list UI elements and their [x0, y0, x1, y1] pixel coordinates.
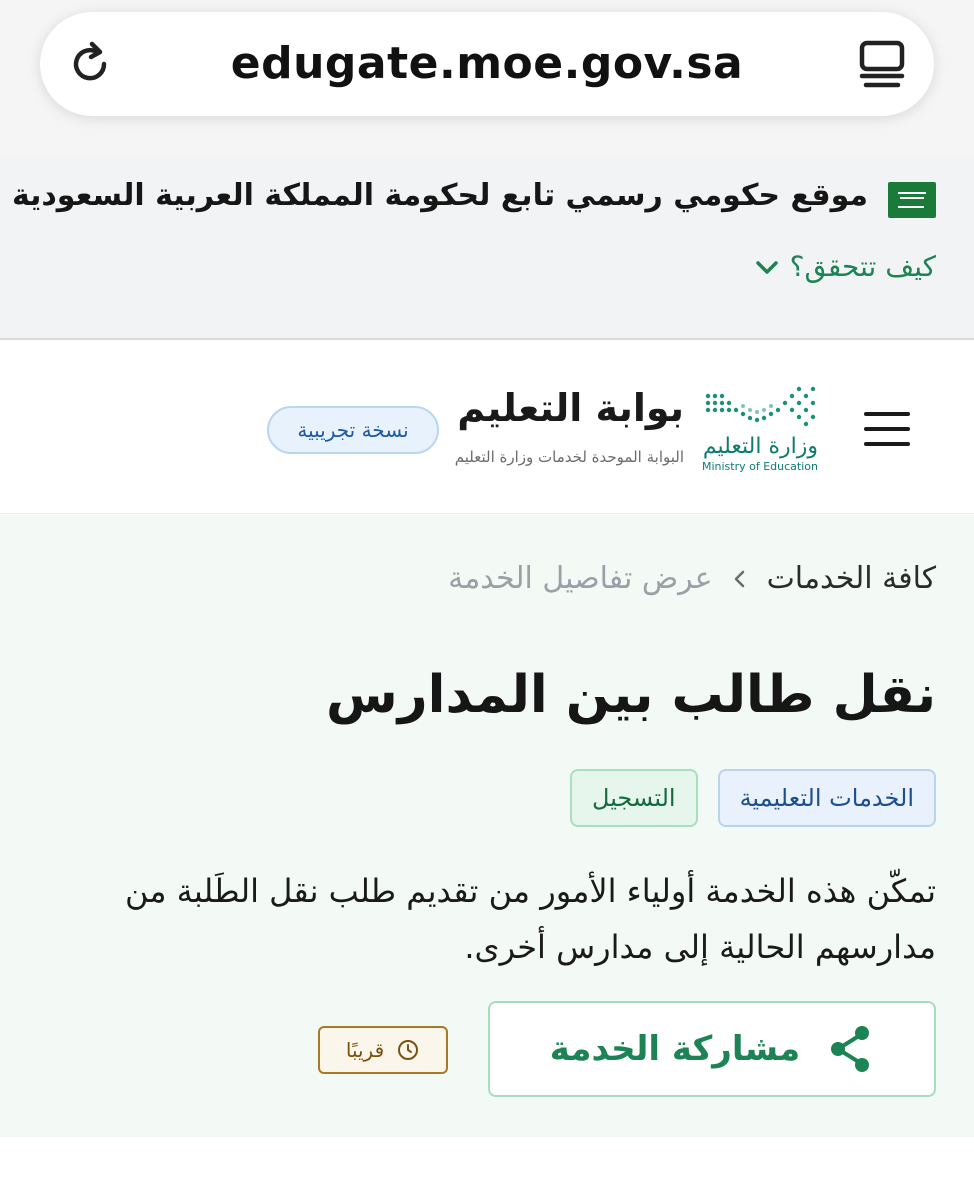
share-service-button[interactable]: مشاركة الخدمة	[488, 1001, 936, 1097]
service-tags: الخدمات التعليمية التسجيل	[570, 769, 936, 827]
chevron-down-icon	[755, 260, 778, 274]
saudi-flag-icon	[888, 182, 936, 218]
share-service-label: مشاركة الخدمة	[549, 1029, 801, 1069]
gov-banner: موقع حكومي رسمي تابع لحكومة المملكة العر…	[0, 156, 974, 340]
address-bar[interactable]: edugate.moe.gov.sa	[40, 12, 934, 116]
tag-educational-services: الخدمات التعليمية	[717, 769, 936, 827]
clock-icon	[398, 1040, 419, 1060]
breadcrumb: كافة الخدمات عرض تفاصيل الخدمة	[448, 561, 936, 596]
tag-registration: التسجيل	[570, 769, 698, 827]
share-icon	[831, 1026, 870, 1072]
chevron-left-icon	[734, 570, 744, 587]
verify-toggle[interactable]: كيف تتحقق؟	[754, 250, 936, 283]
url-text[interactable]: edugate.moe.gov.sa	[40, 12, 934, 116]
menu-icon[interactable]	[864, 412, 910, 446]
portal-subtitle: البوابة الموحدة لخدمات وزارة التعليم	[454, 448, 684, 466]
browser-toolbar: edugate.moe.gov.sa	[0, 0, 974, 156]
breadcrumb-current: عرض تفاصيل الخدمة	[448, 561, 713, 596]
page-title: نقل طالب بين المدارس	[325, 665, 936, 725]
gov-banner-text: موقع حكومي رسمي تابع لحكومة المملكة العر…	[11, 178, 868, 213]
ministry-name-ar: وزارة التعليم	[702, 434, 818, 459]
verify-label: كيف تتحقق؟	[789, 250, 936, 283]
coming-soon-label: قريبًا	[345, 1038, 385, 1062]
coming-soon-badge: قريبًا	[318, 1026, 448, 1074]
breadcrumb-all-services[interactable]: كافة الخدمات	[767, 561, 936, 596]
portal-title[interactable]: بوابة التعليم	[457, 386, 684, 430]
beta-badge: نسخة تجريبية	[267, 406, 439, 454]
service-details: كافة الخدمات عرض تفاصيل الخدمة نقل طالب …	[0, 515, 974, 1137]
service-description: تمكّن هذه الخدمة أولياء الأمور من تقديم …	[125, 872, 936, 966]
ministry-name-en: Ministry of Education	[701, 460, 818, 473]
site-header: وزارة التعليم Ministry of Education بواب…	[0, 342, 974, 514]
reader-mode-icon[interactable]	[856, 38, 908, 90]
